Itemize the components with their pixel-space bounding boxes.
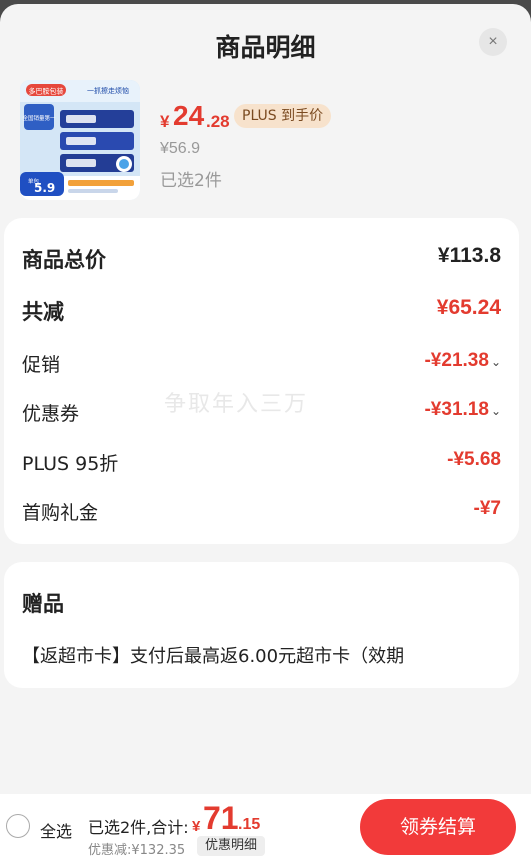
coupon-value: -¥31.18 xyxy=(424,399,489,420)
product-price-tag: 5.9 xyxy=(34,181,55,195)
price-currency: ¥ xyxy=(160,112,170,131)
gift-description: 【返超市卡】支付后最高返6.00元超市卡（效期 xyxy=(22,646,405,667)
sum-integer: 71 xyxy=(203,800,239,836)
sum-label: 已选2件,合计: xyxy=(88,818,189,837)
close-icon[interactable]: × xyxy=(479,28,507,56)
gift-card: 赠品 【返超市卡】支付后最高返6.00元超市卡（效期 xyxy=(4,562,519,688)
select-all-label[interactable]: 全选 xyxy=(40,818,72,842)
promo-value-wrap: -¥21.38 ⌄ xyxy=(424,350,501,372)
detail-sheet: 商品明细 × 多巴胺包装 一抓擦走烦恼 全国销量第一 单包 5.9 ¥ 24 .… xyxy=(0,4,531,794)
coupon-value-wrap: -¥31.18 ⌄ xyxy=(424,399,501,421)
promo-value: -¥21.38 xyxy=(424,350,489,371)
total-label: 商品总价 xyxy=(22,248,106,272)
discount-detail-button[interactable]: 优惠明细 xyxy=(197,836,266,856)
discount-total: 优惠减:¥132.35 xyxy=(88,843,186,858)
price-summary-card: 争取年入三万 商品总价 ¥113.8 共减 ¥65.24 促销 -¥21.38 ⌄… xyxy=(4,218,519,544)
chevron-down-icon: ⌄ xyxy=(490,355,501,369)
checkout-button[interactable]: 领券结算 xyxy=(360,799,516,855)
sum-currency: ¥ xyxy=(192,818,201,835)
gift-title: 赠品 xyxy=(22,592,64,616)
sum-decimal: .15 xyxy=(238,816,261,833)
product-image[interactable]: 多巴胺包装 一抓擦走烦恼 全国销量第一 单包 5.9 xyxy=(20,80,140,200)
radio-unchecked-icon[interactable] xyxy=(6,814,30,838)
selected-count: 已选2件 xyxy=(160,171,222,191)
product-slogan: 一抓擦走烦恼 xyxy=(87,86,129,95)
original-price: ¥56.9 xyxy=(160,140,201,157)
total-value: ¥113.8 xyxy=(437,244,501,267)
plus-discount-label: PLUS 95折 xyxy=(22,453,119,475)
product-image-graphic: 多巴胺包装 一抓擦走烦恼 全国销量第一 单包 5.9 xyxy=(20,80,140,200)
price-decimal: .28 xyxy=(206,112,230,131)
reduce-row: 共减 ¥65.24 xyxy=(22,296,501,326)
reduce-value: ¥65.24 xyxy=(436,296,501,319)
price-integer: 24 xyxy=(173,100,205,131)
promo-label: 促销 xyxy=(22,354,61,376)
product-item: 多巴胺包装 一抓擦走烦恼 全国销量第一 单包 5.9 ¥ 24 .28 PLUS… xyxy=(0,80,531,218)
page-title: 商品明细 xyxy=(215,33,316,62)
coupon-label: 优惠券 xyxy=(22,403,80,425)
first-purchase-row: 首购礼金 -¥7 xyxy=(22,498,501,528)
coupon-row[interactable]: 优惠券 -¥31.18 ⌄ xyxy=(22,399,501,429)
product-brand-tag: 多巴胺包装 xyxy=(29,87,64,96)
plus-discount-row: PLUS 95折 -¥5.68 xyxy=(22,449,501,479)
promo-row[interactable]: 促销 -¥21.38 ⌄ xyxy=(22,350,501,380)
total-row: 商品总价 ¥113.8 xyxy=(22,244,501,274)
plus-price-badge: PLUS 到手价 xyxy=(234,104,332,128)
first-purchase-label: 首购礼金 xyxy=(22,502,99,524)
checkout-bar: 全选 已选2件,合计: ¥ 71 .15 优惠减:¥132.35 优惠明细 领券… xyxy=(0,794,531,858)
chevron-down-icon: ⌄ xyxy=(490,404,501,418)
sheet-header: 商品明细 × xyxy=(0,4,531,80)
plus-discount-value: -¥5.68 xyxy=(447,449,501,470)
first-purchase-value: -¥7 xyxy=(473,498,501,519)
product-sub-label: 全国销量第一 xyxy=(22,114,56,122)
reduce-label: 共减 xyxy=(22,300,64,324)
